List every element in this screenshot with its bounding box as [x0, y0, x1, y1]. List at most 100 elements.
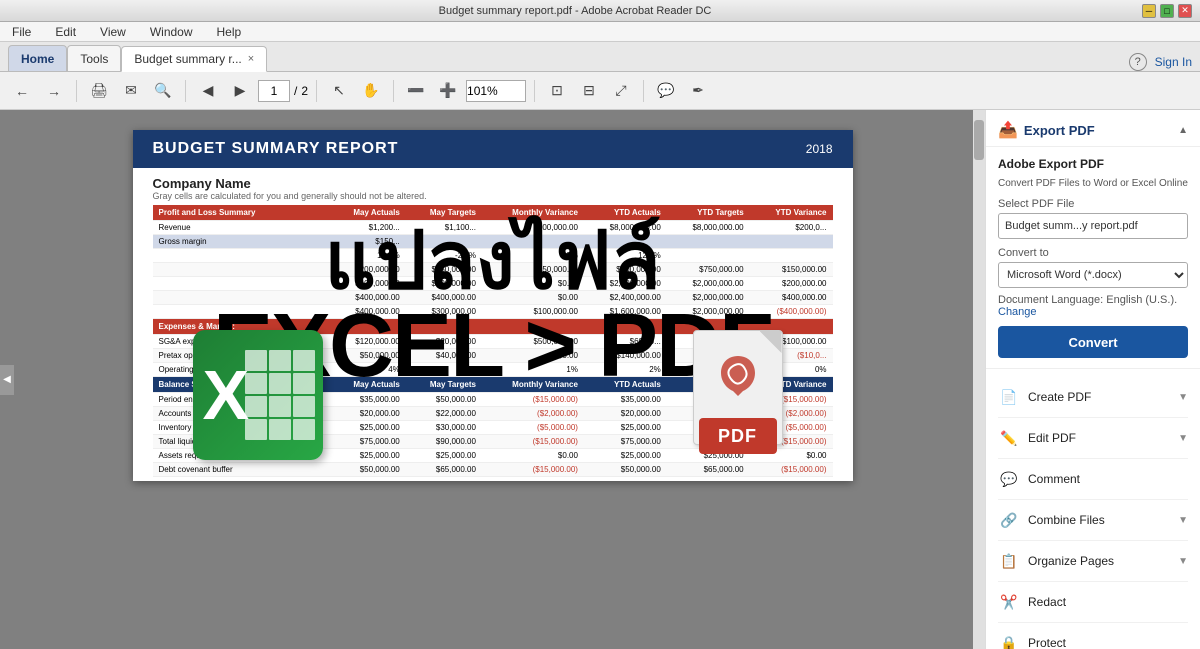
- zoom-input[interactable]: [466, 80, 526, 102]
- toolbar-fit-width[interactable]: ⊟: [575, 77, 603, 105]
- tool-edit-pdf[interactable]: ✏️ Edit PDF ▼: [998, 418, 1188, 459]
- organize-icon: 📋: [998, 550, 1020, 572]
- scroll-thumb[interactable]: [974, 120, 984, 160]
- pl-header-label: Profit and Loss Summary: [153, 205, 330, 221]
- pdf-year: 2018: [806, 142, 833, 156]
- menu-help[interactable]: Help: [213, 23, 246, 41]
- pdf-file-icon: PDF: [693, 330, 803, 460]
- toolbar-sep-6: [643, 80, 644, 102]
- table-row: Gross margin $150...: [153, 235, 833, 249]
- pl-col6: YTD Variance: [750, 205, 833, 221]
- menu-edit[interactable]: Edit: [51, 23, 80, 41]
- pdf-title: BUDGET SUMMARY REPORT: [153, 140, 399, 158]
- menu-window[interactable]: Window: [146, 23, 197, 41]
- tab-close-button[interactable]: ×: [248, 53, 254, 65]
- title-bar-controls: ─ □ ✕: [1142, 4, 1192, 18]
- toolbar-sep-3: [316, 80, 317, 102]
- toolbar-markup[interactable]: ✒: [684, 77, 712, 105]
- toolbar-email[interactable]: ✉: [117, 77, 145, 105]
- pdf-icon-paper: PDF: [693, 330, 783, 445]
- table-row: $400,000.00 $300,000.00 $100,000.00 $1,6…: [153, 305, 833, 319]
- minimize-button[interactable]: ─: [1142, 4, 1156, 18]
- toolbar-forward[interactable]: →: [40, 77, 68, 105]
- tab-tools-label: Tools: [80, 52, 108, 66]
- tab-document[interactable]: Budget summary r... ×: [121, 46, 267, 72]
- change-link[interactable]: Change: [998, 306, 1037, 318]
- adobe-export-desc: Convert PDF Files to Word or Excel Onlin…: [998, 177, 1188, 190]
- combine-expand: ▼: [1178, 515, 1188, 526]
- toolbar-back[interactable]: ←: [8, 77, 36, 105]
- help-button[interactable]: ?: [1129, 53, 1147, 71]
- table-row: $400,000.00 $400,000.00 $0.00 $2,200,000…: [153, 277, 833, 291]
- page-sep: /: [294, 84, 297, 98]
- table-row: $400,000.00 $400,000.00 $0.00 $2,400,000…: [153, 291, 833, 305]
- toolbar-fit-page[interactable]: ⊡: [543, 77, 571, 105]
- toolbar-search[interactable]: 🔍: [149, 77, 177, 105]
- scrollbar[interactable]: [973, 110, 985, 649]
- table-row: Revenue $1,200... $1,100... $100,000.00 …: [153, 221, 833, 235]
- convert-to-select[interactable]: Microsoft Word (*.docx) Microsoft Excel …: [998, 262, 1188, 288]
- sign-in-button[interactable]: Sign In: [1155, 55, 1192, 69]
- tool-combine-files[interactable]: 🔗 Combine Files ▼: [998, 500, 1188, 541]
- sign-in-label: Sign In: [1155, 55, 1192, 69]
- tool-protect[interactable]: 🔒 Protect: [998, 623, 1188, 649]
- tab-home-label: Home: [21, 52, 54, 66]
- toolbar-next-page[interactable]: ▶: [226, 77, 254, 105]
- pl-col3: Monthly Variance: [482, 205, 584, 221]
- toolbar-print[interactable]: 🖨: [85, 77, 113, 105]
- panel-collapse-arrow[interactable]: ◀: [0, 365, 14, 395]
- tool-organize-pages[interactable]: 📋 Organize Pages ▼: [998, 541, 1188, 582]
- close-button[interactable]: ✕: [1178, 4, 1192, 18]
- export-pdf-title: 📤 Export PDF: [998, 120, 1095, 140]
- doc-language-row: Document Language: English (U.S.). Chang…: [998, 294, 1188, 318]
- pdf-note: Gray cells are calculated for you and ge…: [153, 191, 833, 201]
- combine-icon: 🔗: [998, 509, 1020, 531]
- comment-label: Comment: [1028, 472, 1080, 486]
- toolbar-select[interactable]: ↖: [325, 77, 353, 105]
- protect-icon: 🔒: [998, 632, 1020, 649]
- protect-label: Protect: [1028, 636, 1066, 649]
- tool-create-pdf[interactable]: 📄 Create PDF ▼: [998, 377, 1188, 418]
- tab-right-area: ? Sign In: [1129, 53, 1192, 71]
- menu-file[interactable]: File: [8, 23, 35, 41]
- edit-pdf-expand: ▼: [1178, 433, 1188, 444]
- acrobat-logo: [713, 351, 763, 401]
- select-file-input[interactable]: [998, 213, 1188, 239]
- tab-home[interactable]: Home: [8, 45, 67, 71]
- convert-to-label: Convert to: [998, 247, 1188, 259]
- export-pdf-icon: 📤: [998, 120, 1018, 140]
- table-row: $200,000.00 $150,000.00 $50,000.00 $600,…: [153, 263, 833, 277]
- create-pdf-expand: ▼: [1178, 392, 1188, 403]
- organize-label: Organize Pages: [1028, 554, 1114, 568]
- convert-button[interactable]: Convert: [998, 326, 1188, 358]
- toolbar-zoom-out[interactable]: ➖: [402, 77, 430, 105]
- toolbar-comment[interactable]: 💬: [652, 77, 680, 105]
- toolbar-sep-4: [393, 80, 394, 102]
- toolbar-fullscreen[interactable]: ⤢: [607, 77, 635, 105]
- toolbar-pan[interactable]: ✋: [357, 77, 385, 105]
- pdf-icon-corner: [760, 331, 782, 353]
- right-panel-header: 📤 Export PDF ▲: [986, 110, 1200, 147]
- adobe-export-title: Adobe Export PDF: [998, 157, 1188, 171]
- create-pdf-icon: 📄: [998, 386, 1020, 408]
- title-bar: Budget summary report.pdf - Adobe Acroba…: [0, 0, 1200, 22]
- pdf-subheader: Company Name Gray cells are calculated f…: [133, 168, 853, 205]
- redact-icon: ✂️: [998, 591, 1020, 613]
- create-pdf-label: Create PDF: [1028, 390, 1091, 404]
- page-input[interactable]: [258, 80, 290, 102]
- menu-view[interactable]: View: [96, 23, 130, 41]
- tools-list: 📄 Create PDF ▼ ✏️ Edit PDF ▼ 💬 Comment: [986, 369, 1200, 649]
- organize-expand: ▼: [1178, 556, 1188, 567]
- maximize-button[interactable]: □: [1160, 4, 1174, 18]
- pdf-header: BUDGET SUMMARY REPORT 2018: [133, 130, 853, 168]
- toolbar-prev-page[interactable]: ◀: [194, 77, 222, 105]
- pl-col1: May Actuals: [329, 205, 406, 221]
- pl-col5: YTD Targets: [667, 205, 750, 221]
- menu-bar: File Edit View Window Help: [0, 22, 1200, 42]
- tool-redact[interactable]: ✂️ Redact: [998, 582, 1188, 623]
- table-row: Debt covenant buffer $50,000.00 $65,000.…: [153, 463, 833, 477]
- expand-icon[interactable]: ▲: [1178, 125, 1188, 136]
- tool-comment[interactable]: 💬 Comment: [998, 459, 1188, 500]
- toolbar-zoom-in[interactable]: ➕: [434, 77, 462, 105]
- tab-tools[interactable]: Tools: [67, 45, 121, 71]
